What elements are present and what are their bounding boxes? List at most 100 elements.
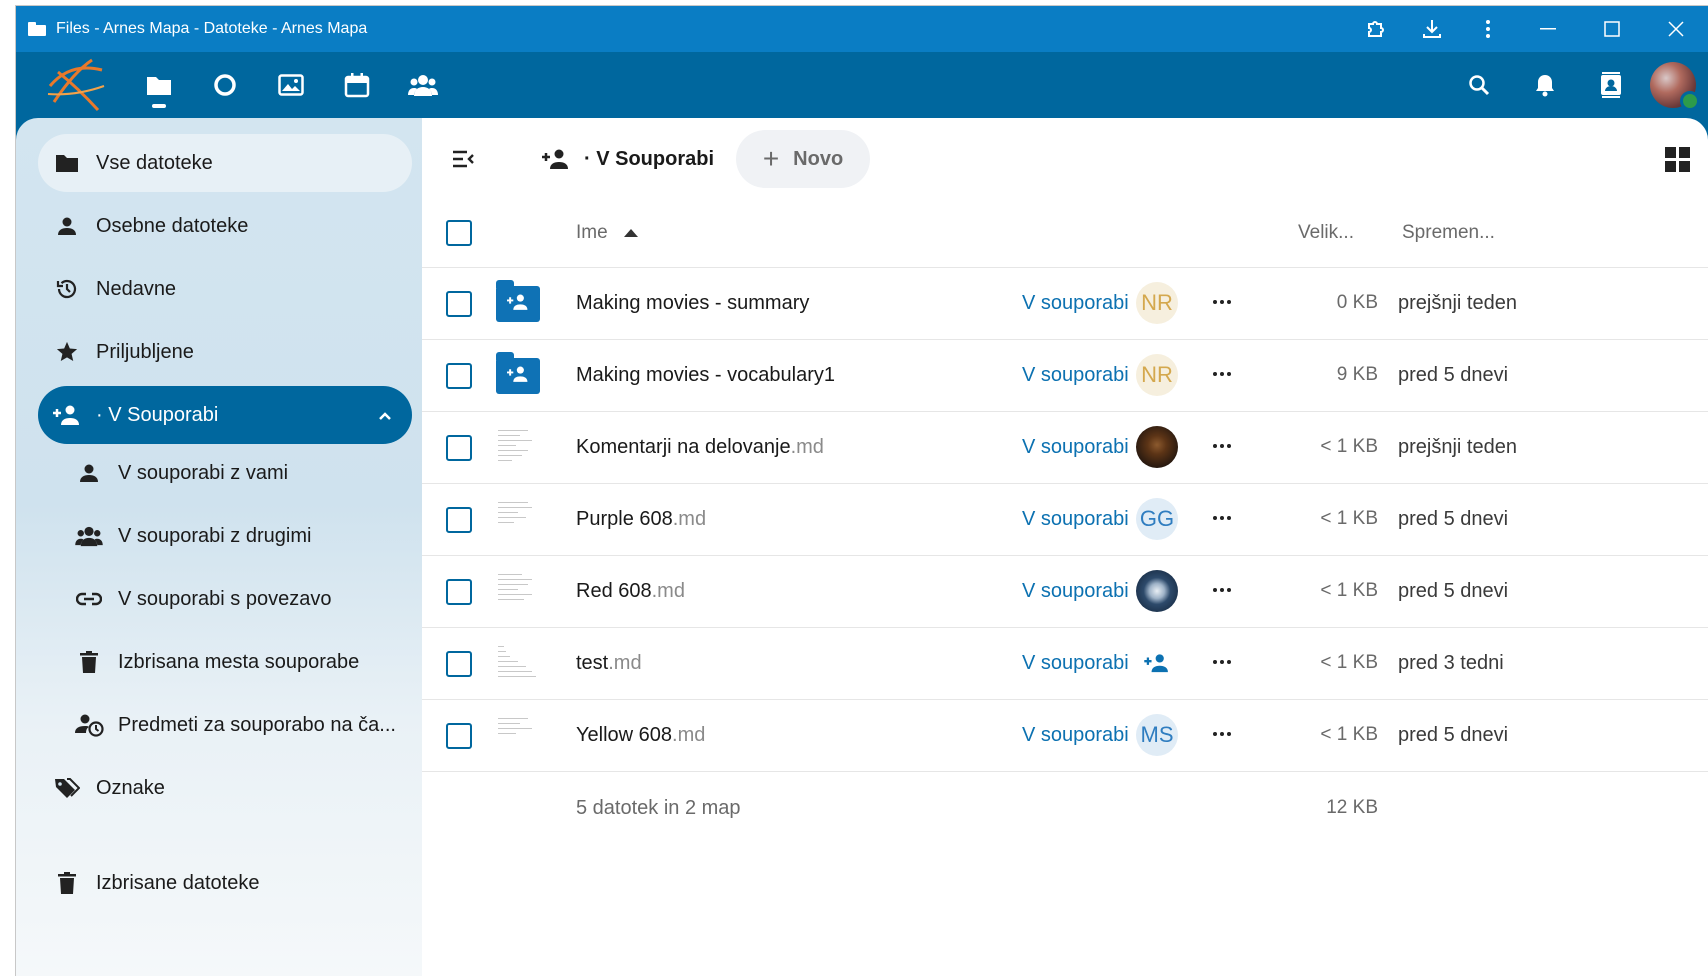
window-title: Files - Arnes Mapa - Datoteke - Arnes Ma… <box>56 20 368 37</box>
row-checkbox[interactable] <box>446 723 472 749</box>
new-button[interactable]: + Novo <box>736 130 870 188</box>
avatar[interactable]: MS <box>1136 714 1178 756</box>
sidebar-item-shares[interactable]: · V Souporabi <box>38 386 412 444</box>
chevron-up-icon[interactable] <box>378 404 392 427</box>
tag-icon <box>38 777 96 799</box>
avatar[interactable] <box>1136 570 1178 612</box>
share-status[interactable]: V souporabi <box>1022 292 1129 315</box>
avatar[interactable]: GG <box>1136 498 1178 540</box>
sidebar-item-recent[interactable]: Nedavne <box>38 260 412 318</box>
file-name[interactable]: Yellow 608.md <box>576 724 705 747</box>
calendar-icon <box>344 73 370 98</box>
file-modified: prejšnji teden <box>1398 292 1517 314</box>
more-actions-icon[interactable] <box>1208 724 1236 744</box>
sidebar-item-label: V souporabi z drugimi <box>118 524 312 547</box>
table-row[interactable]: Purple 608.md V souporabi GG < 1 KB pred… <box>422 484 1708 556</box>
more-actions-icon[interactable] <box>1208 508 1236 528</box>
document-thumbnail-icon <box>496 570 540 614</box>
avatar[interactable] <box>1650 62 1700 111</box>
grid-view-icon[interactable] <box>1658 140 1698 180</box>
column-size-header[interactable]: Velik... <box>1298 222 1354 244</box>
app-files[interactable] <box>126 52 192 118</box>
share-status[interactable]: V souporabi <box>1022 580 1129 603</box>
link-icon <box>60 592 118 606</box>
file-name[interactable]: Purple 608.md <box>576 508 706 531</box>
row-checkbox[interactable] <box>446 435 472 461</box>
row-checkbox[interactable] <box>446 579 472 605</box>
table-row[interactable]: Komentarji na delovanje.md V souporabi <… <box>422 412 1708 484</box>
sidebar-item-all-files[interactable]: Vse datoteke <box>38 134 412 192</box>
file-name[interactable]: Komentarji na delovanje.md <box>576 436 824 459</box>
file-name[interactable]: Red 608.md <box>576 580 685 603</box>
file-size: < 1 KB <box>1320 580 1378 601</box>
title-bar: Files - Arnes Mapa - Datoteke - Arnes Ma… <box>16 6 1708 52</box>
share-status[interactable]: V souporabi <box>1022 364 1129 387</box>
file-name[interactable]: test.md <box>576 652 642 675</box>
share-status[interactable]: V souporabi <box>1022 436 1129 459</box>
search-icon[interactable] <box>1446 52 1512 118</box>
file-size: < 1 KB <box>1320 724 1378 745</box>
table-row[interactable]: Making movies - vocabulary1 V souporabi … <box>422 340 1708 412</box>
app-contacts[interactable] <box>390 52 456 118</box>
more-actions-icon[interactable] <box>1208 364 1236 384</box>
share-status[interactable]: V souporabi <box>1022 652 1129 675</box>
bell-icon[interactable] <box>1512 52 1578 118</box>
image-icon <box>278 74 304 96</box>
more-actions-icon[interactable] <box>1208 652 1236 672</box>
row-checkbox[interactable] <box>446 507 472 533</box>
close-icon[interactable] <box>1644 6 1708 52</box>
app-calendar[interactable] <box>324 52 390 118</box>
file-name[interactable]: Making movies - vocabulary1 <box>576 364 835 387</box>
sidebar-item-shared-by-link[interactable]: V souporabi s povezavo <box>38 570 412 628</box>
row-checkbox[interactable] <box>446 291 472 317</box>
breadcrumb[interactable]: · V Souporabi <box>542 148 714 171</box>
sidebar-item-favorites[interactable]: Priljubljene <box>38 323 412 381</box>
maximize-icon[interactable] <box>1580 6 1644 52</box>
table-row[interactable]: Yellow 608.md V souporabi MS < 1 KB pred… <box>422 700 1708 772</box>
more-actions-icon[interactable] <box>1208 436 1236 456</box>
share-status[interactable]: V souporabi <box>1022 508 1129 531</box>
toggle-sidebar-icon[interactable] <box>440 136 486 182</box>
group-icon <box>60 525 118 547</box>
file-size: < 1 KB <box>1320 508 1378 529</box>
sidebar-item-deleted-shares[interactable]: Izbrisana mesta souporabe <box>38 633 412 691</box>
file-name[interactable]: Making movies - summary <box>576 292 809 315</box>
new-button-label: Novo <box>793 147 844 170</box>
sidebar-item-shared-with-others[interactable]: V souporabi z drugimi <box>38 507 412 565</box>
sidebar-item-deleted-files[interactable]: Izbrisane datoteke <box>38 854 412 912</box>
table-row[interactable]: Making movies - summary V souporabi NR 0… <box>422 268 1708 340</box>
main-content: · V Souporabi + Novo Ime Velik... Spreme… <box>422 118 1708 976</box>
table-row[interactable]: Red 608.md V souporabi < 1 KB pred 5 dne… <box>422 556 1708 628</box>
more-actions-icon[interactable] <box>1208 292 1236 312</box>
more-actions-icon[interactable] <box>1208 580 1236 600</box>
app-activity[interactable] <box>192 52 258 118</box>
column-modified-header[interactable]: Spremen... <box>1402 222 1495 244</box>
avatar[interactable]: NR <box>1136 354 1178 396</box>
document-thumbnail-icon <box>496 426 540 470</box>
row-checkbox[interactable] <box>446 363 472 389</box>
sidebar-item-personal[interactable]: Osebne datoteke <box>38 197 412 255</box>
avatar[interactable]: NR <box>1136 282 1178 324</box>
avatar[interactable] <box>1136 426 1178 468</box>
sidebar-item-label: Oznake <box>96 776 165 799</box>
table-row[interactable]: test.md V souporabi < 1 KB pred 3 tedni <box>422 628 1708 700</box>
sidebar-item-tags[interactable]: Oznake <box>38 759 412 817</box>
star-icon <box>38 341 96 363</box>
minimize-icon[interactable] <box>1516 6 1580 52</box>
select-all-checkbox[interactable] <box>446 220 472 246</box>
sidebar-item-shared-with-you[interactable]: V souporabi z vami <box>38 444 412 502</box>
table-header: Ime Velik... Spremen... <box>422 200 1708 268</box>
sidebar-item-pending-shares[interactable]: Predmeti za souporabo na ča... <box>38 696 412 754</box>
download-icon[interactable] <box>1404 6 1460 52</box>
file-modified: pred 5 dnevi <box>1398 508 1509 530</box>
logo[interactable] <box>40 52 110 118</box>
plus-icon: + <box>762 143 780 174</box>
column-name-header[interactable]: Ime <box>576 222 638 244</box>
extensions-icon[interactable] <box>1348 6 1404 52</box>
kebab-menu-icon[interactable] <box>1460 6 1516 52</box>
share-status[interactable]: V souporabi <box>1022 724 1129 747</box>
row-checkbox[interactable] <box>446 651 472 677</box>
app-photos[interactable] <box>258 52 324 118</box>
contacts-icon[interactable] <box>1578 52 1644 118</box>
share-icon[interactable] <box>1136 642 1178 684</box>
